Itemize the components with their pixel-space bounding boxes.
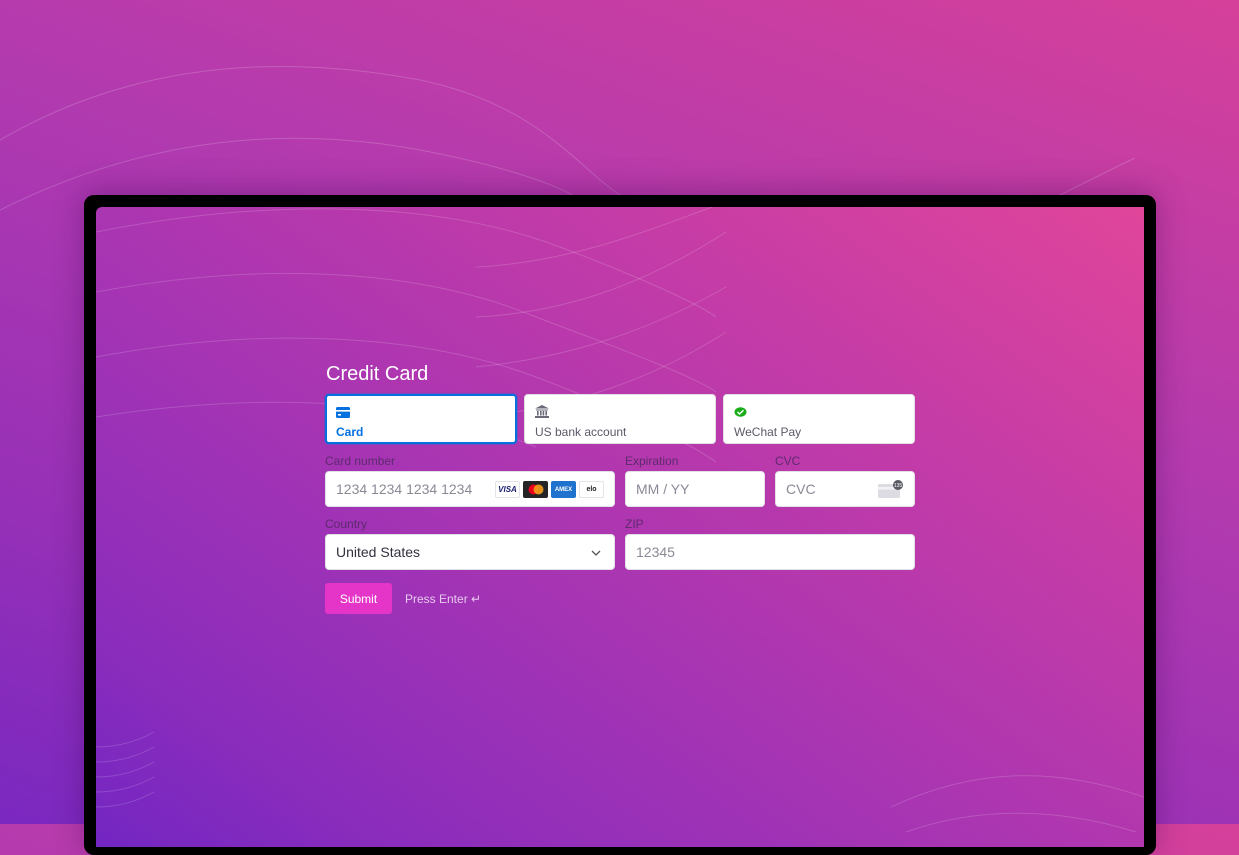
- form-title: Credit Card: [326, 363, 429, 385]
- device-screen: Credit Card Card US bank account WeChat …: [96, 207, 1144, 847]
- wechat-icon: [734, 405, 904, 419]
- cvc-input[interactable]: CVC 135: [775, 471, 915, 507]
- country-value: United States: [336, 544, 421, 560]
- credit-card-icon: [336, 405, 506, 419]
- tab-card[interactable]: Card: [325, 394, 517, 444]
- expiration-input[interactable]: MM / YY: [625, 471, 765, 507]
- country-label: Country: [325, 517, 368, 531]
- cvc-placeholder: CVC: [786, 481, 816, 497]
- expiration-label: Expiration: [625, 454, 679, 468]
- submit-button[interactable]: Submit: [325, 583, 392, 614]
- zip-placeholder: 12345: [636, 544, 675, 560]
- card-details-row: Card number 1234 1234 1234 1234 VISA AME…: [325, 454, 915, 507]
- tab-wechat-pay[interactable]: WeChat Pay: [723, 394, 915, 444]
- zip-input[interactable]: 12345: [625, 534, 915, 570]
- card-number-placeholder: 1234 1234 1234 1234: [336, 481, 473, 497]
- card-number-label: Card number: [325, 454, 396, 468]
- address-row: Country United States ZIP 12345: [325, 517, 915, 570]
- cvc-label: CVC: [775, 454, 801, 468]
- tab-us-bank-account-label: US bank account: [535, 425, 627, 439]
- zip-label: ZIP: [625, 517, 644, 531]
- card-number-field: Card number 1234 1234 1234 1234 VISA AME…: [325, 454, 615, 507]
- zip-field: ZIP 12345: [625, 517, 915, 570]
- svg-text:135: 135: [894, 483, 903, 489]
- country-field: Country United States: [325, 517, 615, 570]
- visa-logo-icon: VISA: [495, 481, 520, 498]
- form-actions: Submit Press Enter ↵: [325, 583, 915, 614]
- card-number-input[interactable]: 1234 1234 1234 1234 VISA AMEX elo: [325, 471, 615, 507]
- country-select[interactable]: United States: [325, 534, 615, 570]
- tab-us-bank-account[interactable]: US bank account: [524, 394, 716, 444]
- amex-logo-icon: AMEX: [551, 481, 576, 498]
- expiration-placeholder: MM / YY: [636, 481, 690, 497]
- mastercard-logo-icon: [523, 481, 548, 498]
- payment-method-tabs: Card US bank account WeChat Pay: [325, 394, 915, 444]
- cvc-hint-icon: 135: [878, 480, 904, 502]
- elo-logo-icon: elo: [579, 481, 604, 498]
- chevron-down-icon: [590, 546, 602, 562]
- expiration-field: Expiration MM / YY: [625, 454, 765, 507]
- payment-form: Credit Card Card US bank account WeChat …: [325, 362, 915, 614]
- cvc-field: CVC CVC 135: [775, 454, 915, 507]
- card-brand-logos: VISA AMEX elo: [495, 481, 604, 498]
- press-enter-hint: Press Enter ↵: [405, 591, 482, 606]
- tab-card-label: Card: [336, 425, 364, 439]
- bank-icon: [535, 405, 705, 419]
- tab-wechat-pay-label: WeChat Pay: [734, 425, 802, 439]
